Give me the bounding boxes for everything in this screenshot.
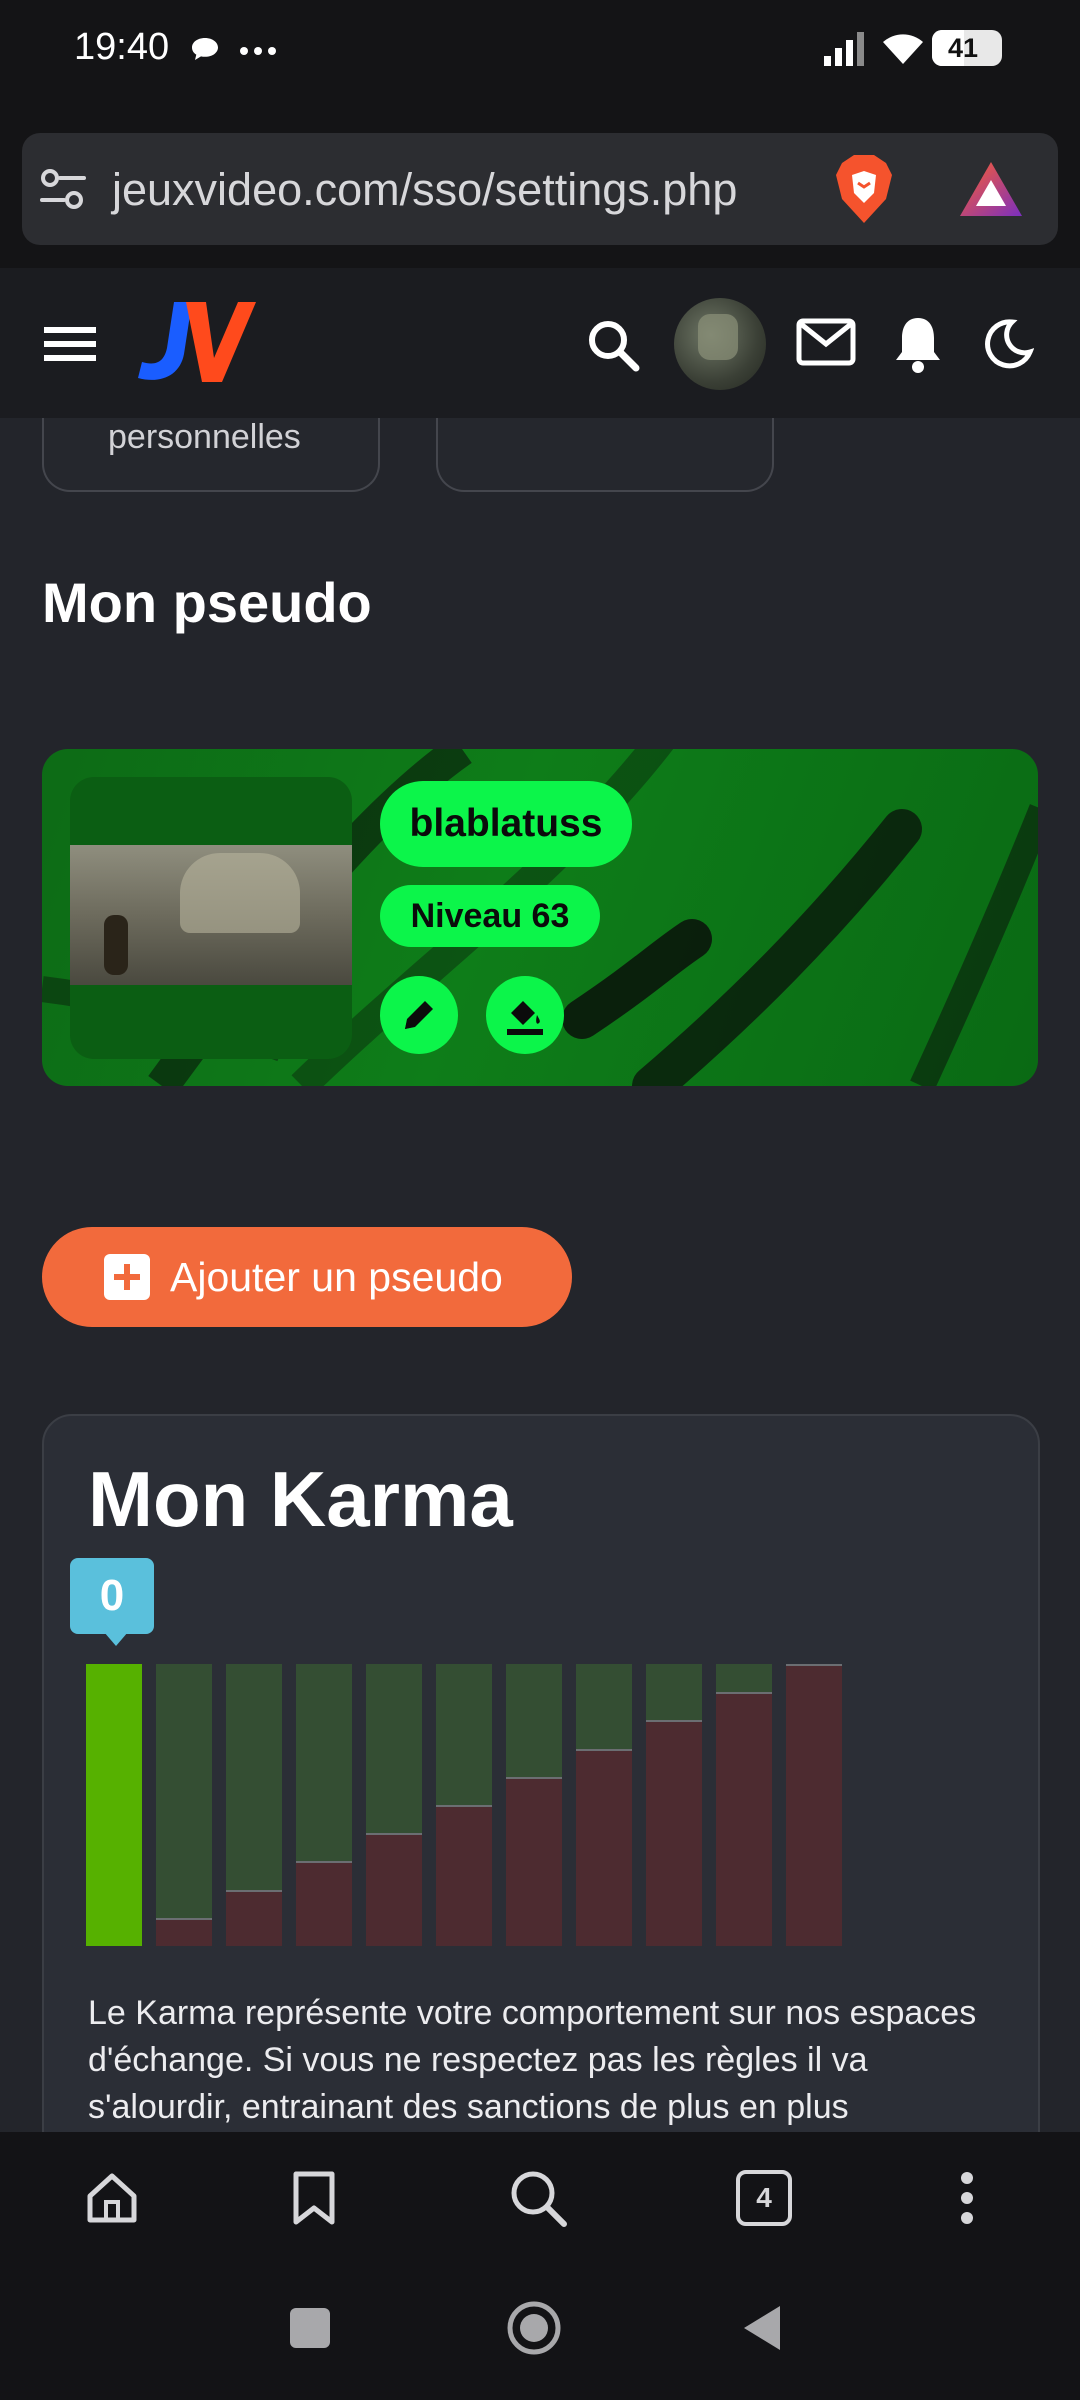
karma-bar bbox=[86, 1664, 142, 1946]
url-text[interactable]: jeuxvideo.com/sso/settings.php bbox=[112, 164, 737, 216]
search-icon[interactable] bbox=[586, 318, 640, 372]
section-title-mon-pseudo: Mon pseudo bbox=[42, 571, 372, 634]
karma-bar bbox=[646, 1664, 702, 1946]
bookmark-icon[interactable] bbox=[292, 2170, 336, 2226]
more-notifications-icon bbox=[238, 44, 278, 56]
karma-bar-negative bbox=[506, 1777, 562, 1946]
tab-second[interactable] bbox=[436, 418, 774, 492]
karma-bar bbox=[786, 1664, 842, 1946]
dark-mode-moon-icon[interactable] bbox=[982, 318, 1035, 370]
karma-bar-positive bbox=[296, 1664, 352, 1861]
karma-gauge bbox=[86, 1664, 846, 1946]
plus-square-icon bbox=[104, 1254, 150, 1300]
karma-value-badge: 0 bbox=[70, 1558, 154, 1634]
karma-bar bbox=[576, 1664, 632, 1946]
search-nav-icon[interactable] bbox=[508, 2168, 568, 2228]
karma-bar bbox=[506, 1664, 562, 1946]
karma-bar-negative bbox=[646, 1720, 702, 1946]
karma-bar-negative bbox=[156, 1918, 212, 1946]
signal-icon bbox=[822, 30, 866, 66]
karma-bar-positive bbox=[506, 1664, 562, 1777]
level-pill: Niveau 63 bbox=[380, 885, 600, 947]
karma-bar-negative bbox=[576, 1749, 632, 1946]
more-options-icon[interactable] bbox=[958, 2172, 976, 2224]
avatar-frame bbox=[70, 777, 352, 1059]
karma-bar-positive bbox=[366, 1664, 422, 1833]
karma-bar-negative bbox=[716, 1692, 772, 1946]
karma-bar-positive bbox=[156, 1664, 212, 1918]
bell-icon[interactable] bbox=[892, 314, 944, 374]
karma-bar bbox=[296, 1664, 352, 1946]
karma-bar bbox=[226, 1664, 282, 1946]
karma-bar-negative bbox=[366, 1833, 422, 1946]
karma-bar-positive bbox=[576, 1664, 632, 1749]
tab-infos-personnelles[interactable]: personnelles bbox=[42, 418, 380, 492]
tabs-counter-button[interactable]: 4 bbox=[736, 2170, 792, 2226]
add-pseudo-button[interactable]: Ajouter un pseudo bbox=[42, 1227, 572, 1327]
karma-bar-positive bbox=[716, 1664, 772, 1692]
add-pseudo-label: Ajouter un pseudo bbox=[170, 1253, 503, 1300]
back-triangle-icon[interactable] bbox=[742, 2304, 782, 2352]
battery-icon: 41 bbox=[932, 30, 1002, 66]
tabs-count: 4 bbox=[756, 2182, 772, 2213]
karma-bar-positive bbox=[646, 1664, 702, 1720]
karma-description: Le Karma représente votre comportement s… bbox=[88, 1994, 977, 2126]
home-circle-icon[interactable] bbox=[506, 2300, 562, 2356]
karma-bar bbox=[716, 1664, 772, 1946]
site-settings-icon[interactable] bbox=[40, 168, 86, 210]
message-bubble-icon bbox=[188, 34, 222, 64]
brave-rewards-icon[interactable] bbox=[958, 160, 1024, 218]
paint-bucket-icon bbox=[507, 1001, 543, 1035]
mail-icon[interactable] bbox=[796, 318, 856, 366]
status-time: 19:40 bbox=[74, 26, 170, 68]
user-avatar[interactable] bbox=[674, 298, 766, 390]
karma-bar-negative bbox=[436, 1805, 492, 1946]
username-pill: blablatuss bbox=[380, 781, 632, 867]
jv-logo[interactable] bbox=[134, 296, 256, 388]
recents-icon[interactable] bbox=[290, 2308, 330, 2348]
brave-shields-icon[interactable] bbox=[834, 153, 894, 225]
karma-bar-positive bbox=[436, 1664, 492, 1805]
karma-bar bbox=[436, 1664, 492, 1946]
profile-avatar-image[interactable] bbox=[70, 845, 352, 985]
wifi-icon bbox=[880, 30, 926, 66]
edit-pseudo-button[interactable] bbox=[380, 976, 458, 1054]
karma-bar bbox=[156, 1664, 212, 1946]
profile-card: blablatuss Niveau 63 bbox=[42, 749, 1038, 1086]
tab-label: personnelles bbox=[108, 418, 301, 456]
customize-color-button[interactable] bbox=[486, 976, 564, 1054]
karma-badge-pointer bbox=[104, 1632, 128, 1646]
karma-bar-positive bbox=[226, 1664, 282, 1890]
karma-bar-negative bbox=[226, 1890, 282, 1946]
home-icon[interactable] bbox=[84, 2170, 140, 2226]
karma-title: Mon Karma bbox=[88, 1455, 513, 1543]
karma-bar-negative bbox=[296, 1861, 352, 1946]
karma-bar-negative bbox=[786, 1664, 842, 1946]
karma-bar bbox=[366, 1664, 422, 1946]
battery-level: 41 bbox=[948, 33, 979, 63]
hamburger-menu-icon[interactable] bbox=[44, 325, 96, 363]
pencil-icon bbox=[405, 1001, 433, 1029]
